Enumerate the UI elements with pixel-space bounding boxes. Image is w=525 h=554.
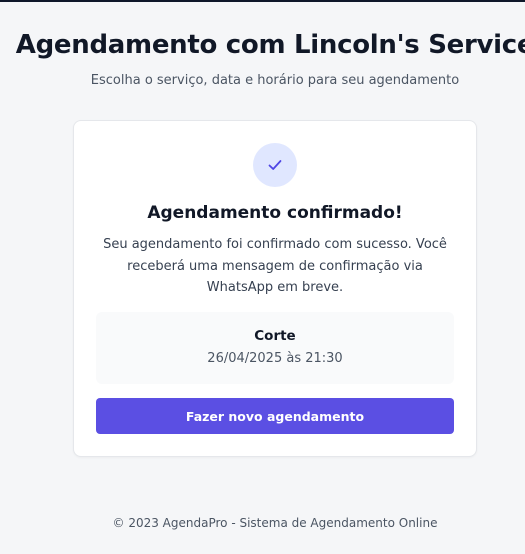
confirmation-title: Agendamento confirmado! (147, 203, 403, 223)
summary-service: Corte (254, 328, 296, 344)
check-icon (253, 143, 297, 187)
footer-text: © 2023 AgendaPro - Sistema de Agendament… (112, 516, 438, 530)
page-subtitle: Escolha o serviço, data e horário para s… (90, 73, 460, 88)
summary-datetime: 26/04/2025 às 21:30 (207, 351, 343, 366)
confirmation-message: Seu agendamento foi confirmado com suces… (103, 237, 447, 295)
page-title: Agendamento com Lincoln's Service (15, 30, 525, 60)
top-bar (0, 0, 525, 2)
booking-summary: Corte 26/04/2025 às 21:30 (96, 312, 454, 384)
confirmation-card: Agendamento confirmado! Seu agendamento … (73, 120, 477, 457)
new-booking-button[interactable]: Fazer novo agendamento (96, 398, 454, 434)
